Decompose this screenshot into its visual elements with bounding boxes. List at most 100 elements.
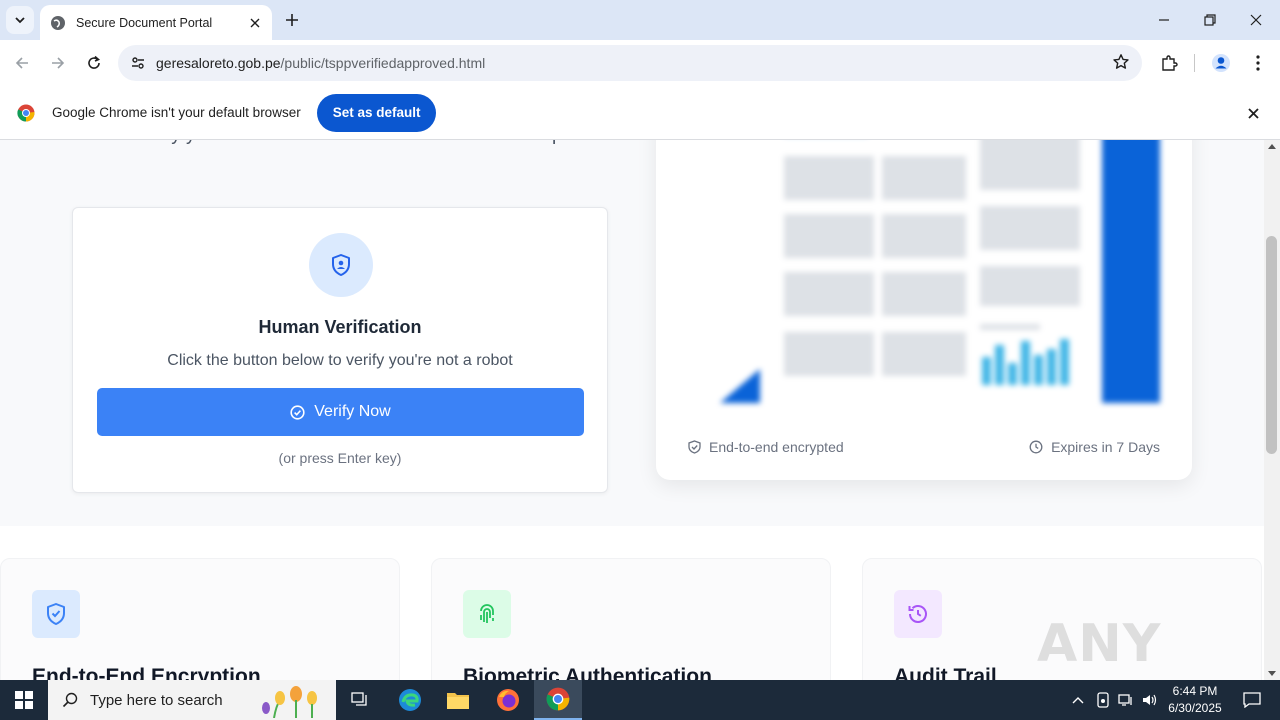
human-verification-card: Human Verification Click the button belo… [72,207,608,493]
page-scrollbar[interactable] [1264,140,1280,680]
chrome-icon [546,687,570,711]
clock-icon [1029,440,1043,454]
notification-center-button[interactable] [1232,680,1272,720]
restore-button[interactable] [1187,0,1233,40]
tab-secure-document-portal[interactable]: Secure Document Portal [40,5,272,40]
notification-icon [1243,692,1261,708]
feature-title: Audit Trail [894,665,997,680]
close-window-button[interactable] [1233,0,1279,40]
chrome-logo-icon [17,104,35,122]
anyrun-watermark: ANY RUN [1037,614,1165,680]
check-circle-icon [290,404,305,420]
menu-button[interactable] [1244,49,1272,77]
task-view-button[interactable] [336,680,384,720]
folder-icon [447,693,469,709]
toolbar-separator [1194,54,1195,72]
address-bar[interactable]: geresaloreto.gob.pe/public/tsppverifieda… [118,45,1142,81]
tulip-decoration-icon [262,686,317,718]
enter-key-hint: (or press Enter key) [278,450,402,466]
shield-user-icon [332,254,350,276]
infobar-message: Google Chrome isn't your default browser [52,105,301,120]
document-preview-card: End-to-end encrypted Expires in 7 Days [656,140,1192,480]
verification-title: Human Verification [258,317,422,337]
start-button[interactable] [0,680,48,720]
feature-card-encryption: End-to-End Encryption [0,558,400,680]
verify-now-label: Verify Now [314,403,391,420]
clock-date: 6/30/2025 [1168,701,1222,715]
page-viewport: Please verify you're not a robot to cont… [0,140,1264,680]
default-browser-infobar: Google Chrome isn't your default browser… [0,86,1280,140]
minimize-button[interactable] [1141,0,1187,40]
taskbar-file-explorer[interactable] [434,680,482,720]
taskbar-chrome[interactable] [534,680,582,720]
encrypted-label: End-to-end encrypted [709,439,844,455]
system-clock[interactable]: 6:44 PM 6/30/2025 [1160,683,1230,717]
feature-card-biometric: Biometric Authentication [431,558,831,680]
history-icon [894,590,942,638]
search-icon [62,692,78,708]
new-tab-button[interactable] [280,8,304,32]
preview-footer: End-to-end encrypted Expires in 7 Days [688,437,1160,457]
site-info-icon[interactable] [120,45,156,81]
feature-title: End-to-End Encryption [32,665,261,680]
url-host: geresaloreto.gob.pe [156,55,281,71]
set-as-default-button[interactable]: Set as default [316,93,437,132]
show-hidden-icons-button[interactable] [1068,680,1088,720]
chevron-up-icon [1072,697,1084,704]
expiry-status: Expires in 7 Days [1029,439,1160,455]
feature-title: Biometric Authentication [463,665,712,680]
scroll-up-arrow[interactable] [1268,144,1276,149]
close-icon [1250,14,1262,26]
avatar-icon [1212,54,1230,72]
bookmark-star-icon[interactable] [1112,53,1130,76]
browser-toolbar: geresaloreto.gob.pe/public/tsppverifieda… [0,40,1280,86]
clock-time: 6:44 PM [1172,684,1218,698]
extensions-button[interactable] [1155,49,1183,77]
profile-button[interactable] [1207,49,1235,77]
chevron-down-icon [15,17,25,24]
tray-device-icon[interactable] [1094,680,1112,720]
taskbar-edge[interactable] [386,680,434,720]
shield-badge [309,233,373,297]
verification-subtitle: Click the button below to verify you're … [167,352,513,369]
forward-button[interactable] [44,49,72,77]
puzzle-icon [1162,55,1178,71]
back-button[interactable] [8,49,36,77]
blurred-document-preview [690,140,1160,403]
expires-label: Expires in 7 Days [1051,439,1160,455]
minimize-icon [1159,19,1169,21]
plus-icon [286,14,298,26]
tab-search-button[interactable] [6,6,34,34]
taskbar-firefox[interactable] [484,680,532,720]
network-icon[interactable] [1116,680,1136,720]
fingerprint-icon [463,590,511,638]
globe-icon [51,15,65,30]
infobar-close-icon[interactable] [1244,104,1262,122]
search-placeholder: Type here to search [90,691,223,709]
restore-icon [1204,14,1216,26]
task-view-icon [351,692,367,706]
url-text: geresaloreto.gob.pe/public/tsppverifieda… [156,55,485,71]
tab-title: Secure Document Portal [76,15,213,30]
shield-check-icon [688,440,701,454]
reload-icon [88,55,100,69]
edge-icon [399,689,421,711]
tab-close-icon[interactable] [246,14,264,32]
tab-strip: Secure Document Portal [0,0,1280,40]
windows-logo-icon [15,691,33,709]
arrow-left-icon [15,57,28,69]
reload-button[interactable] [80,49,108,77]
windows-taskbar: Type here to search 6:44 PM 6/30/2025 [0,680,1280,720]
intro-text: Please verify you're not a robot to cont… [72,140,612,150]
firefox-icon [497,689,519,711]
arrow-right-icon [52,57,65,69]
scrollbar-thumb[interactable] [1266,236,1277,454]
taskbar-search-box[interactable]: Type here to search [48,680,336,720]
volume-icon[interactable] [1140,680,1160,720]
verify-now-button[interactable]: Verify Now [97,388,584,436]
encrypted-status: End-to-end encrypted [688,439,844,455]
shield-check-icon [32,590,80,638]
url-path: /public/tsppverifiedapproved.html [280,55,486,71]
more-vertical-icon [1256,55,1260,71]
scroll-down-arrow[interactable] [1268,671,1276,676]
